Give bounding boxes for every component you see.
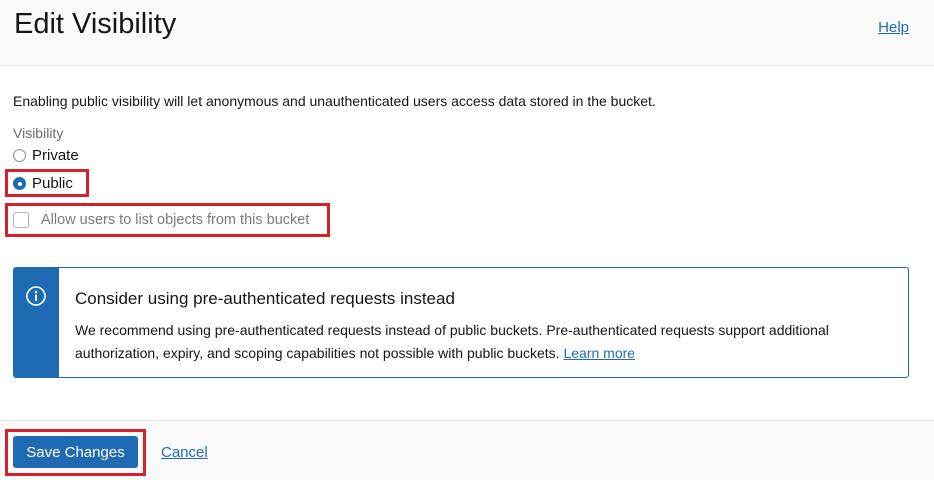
notice-accent-bar — [14, 268, 59, 377]
allow-list-option[interactable]: Allow users to list objects from this bu… — [13, 212, 309, 228]
dialog-header: Edit Visibility Help — [0, 0, 934, 66]
dialog-body: Enabling public visibility will let anon… — [0, 66, 934, 420]
cancel-link[interactable]: Cancel — [161, 444, 208, 461]
radio-option-public[interactable]: Public — [13, 175, 73, 192]
radio-public[interactable] — [13, 177, 26, 190]
notice-body: We recommend using pre-authenticated req… — [75, 322, 829, 361]
help-link[interactable]: Help — [878, 19, 909, 36]
info-icon — [26, 286, 46, 306]
page-title: Edit Visibility — [14, 8, 177, 40]
radio-private[interactable] — [13, 149, 26, 162]
radio-option-private[interactable]: Private — [13, 147, 79, 164]
radio-private-label: Private — [32, 147, 79, 164]
radio-public-label: Public — [32, 175, 73, 192]
visibility-description: Enabling public visibility will let anon… — [13, 93, 656, 109]
notice-text: We recommend using pre-authenticated req… — [75, 319, 875, 365]
allow-list-label: Allow users to list objects from this bu… — [41, 212, 310, 228]
notice-title: Consider using pre-authenticated request… — [75, 289, 455, 308]
visibility-label: Visibility — [13, 125, 64, 141]
learn-more-link[interactable]: Learn more — [563, 345, 635, 361]
dialog-footer: Save Changes Cancel — [0, 420, 934, 480]
save-changes-button[interactable]: Save Changes — [13, 436, 138, 468]
info-notice: Consider using pre-authenticated request… — [13, 267, 909, 378]
allow-list-checkbox[interactable] — [13, 212, 29, 228]
